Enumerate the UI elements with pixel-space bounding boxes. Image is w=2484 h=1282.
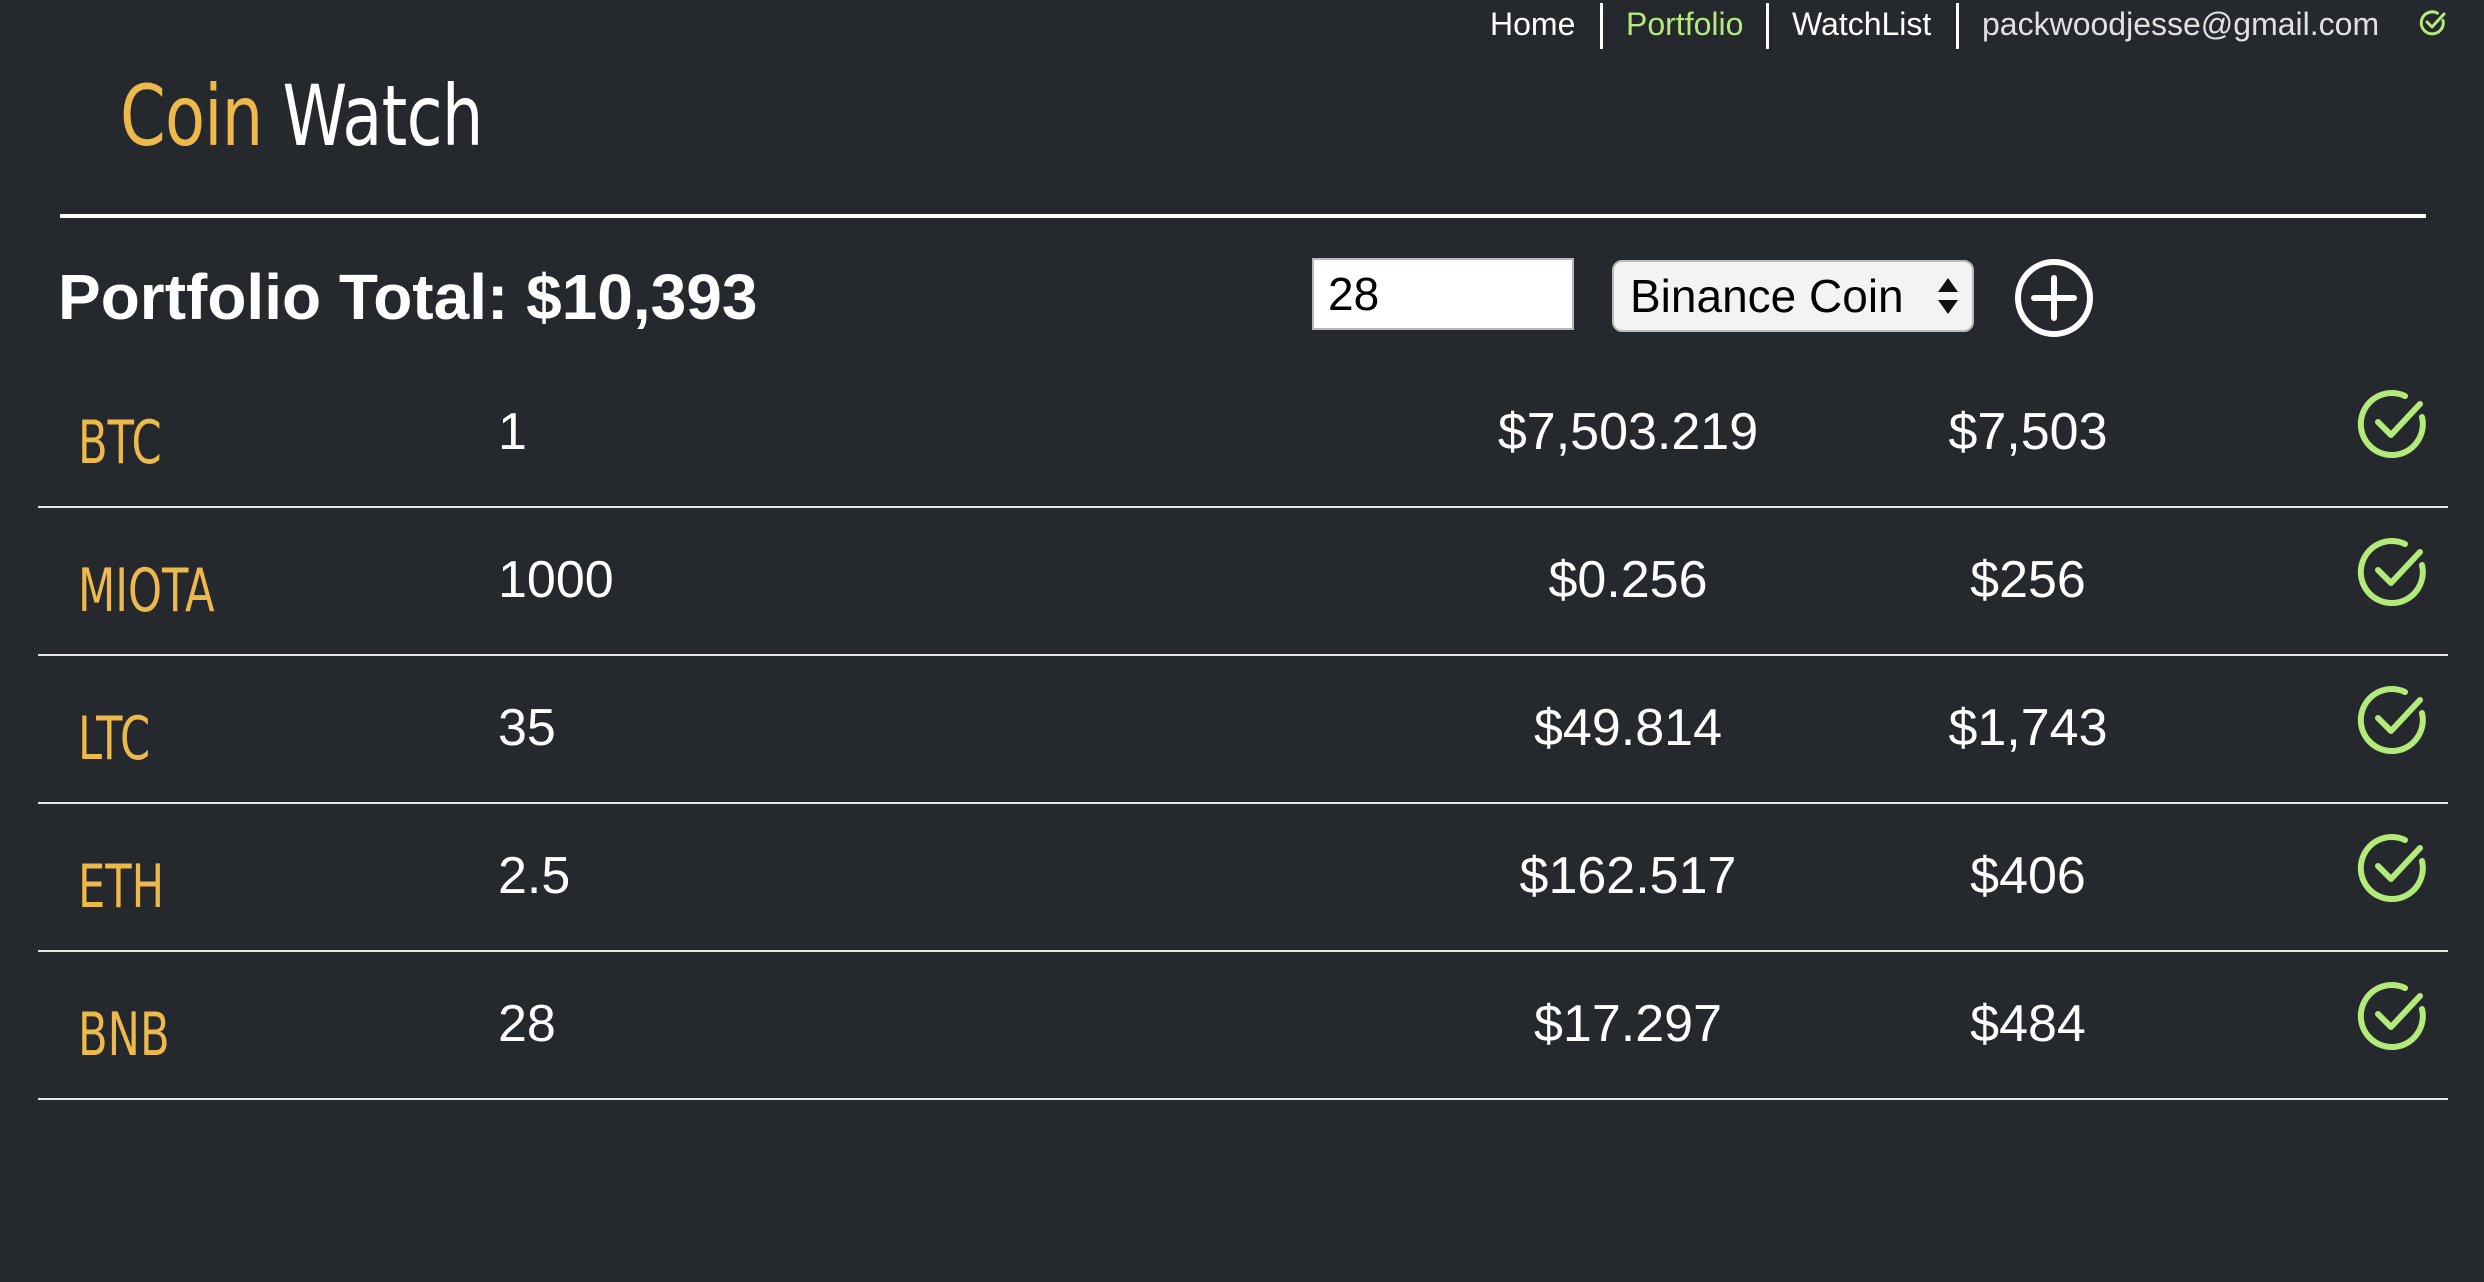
coin-symbol: BTC xyxy=(78,408,162,478)
coin-amount: 35 xyxy=(498,699,556,757)
holding-value: $406 xyxy=(1970,847,2086,905)
coin-select[interactable]: Binance Coin xyxy=(1612,260,1974,332)
coin-symbol: BNB xyxy=(78,1000,170,1070)
coin-symbol: MIOTA xyxy=(78,556,215,626)
holding-row: MIOTA 1000 $0.256 $256 xyxy=(38,508,2448,656)
nav-divider xyxy=(1766,3,1769,49)
check-circle-icon[interactable] xyxy=(2354,534,2430,610)
coin-select-value: Binance Coin xyxy=(1630,270,1904,322)
nav-divider xyxy=(1956,3,1959,49)
top-nav: Home Portfolio WatchList packwoodjesse@g… xyxy=(0,0,2484,50)
check-circle-icon xyxy=(2418,8,2448,38)
holding-row: BNB 28 $17.297 $484 xyxy=(38,952,2448,1100)
coin-amount: 1 xyxy=(498,403,527,461)
holding-value: $7,503 xyxy=(1948,403,2108,461)
holding-value: $256 xyxy=(1970,551,2086,609)
portfolio-total: Portfolio Total: $10,393 xyxy=(58,261,758,333)
check-circle-icon[interactable] xyxy=(2354,386,2430,462)
nav-home-link[interactable]: Home xyxy=(1490,4,1575,44)
nav-divider xyxy=(1600,3,1603,49)
brand-part-watch: Watch xyxy=(282,67,483,165)
holding-value: $1,743 xyxy=(1948,699,2108,757)
nav-portfolio-link[interactable]: Portfolio xyxy=(1626,4,1743,44)
brand-part-coin: Coin xyxy=(120,67,263,165)
check-circle-icon[interactable] xyxy=(2354,978,2430,1054)
select-arrows-icon xyxy=(1934,268,1962,324)
check-circle-icon[interactable] xyxy=(2354,830,2430,906)
coin-amount: 1000 xyxy=(498,551,614,609)
plus-circle-icon xyxy=(2015,259,2093,337)
add-coin-button[interactable] xyxy=(2014,258,2094,338)
holding-row: ETH 2.5 $162.517 $406 xyxy=(38,804,2448,952)
holding-row: LTC 35 $49.814 $1,743 xyxy=(38,656,2448,804)
coin-amount: 2.5 xyxy=(498,847,571,905)
holding-value: $484 xyxy=(1970,995,2086,1053)
holding-row: BTC 1 $7,503.219 $7,503 xyxy=(38,360,2448,508)
header-divider xyxy=(60,214,2426,218)
app-logo[interactable]: Coin Watch xyxy=(120,66,483,166)
coin-amount: 28 xyxy=(498,995,556,1053)
quantity-input[interactable] xyxy=(1312,258,1574,330)
coin-symbol: LTC xyxy=(78,704,151,774)
user-email-link[interactable]: packwoodjesse@gmail.com xyxy=(1982,4,2379,44)
check-circle-icon[interactable] xyxy=(2354,682,2430,758)
coin-symbol: ETH xyxy=(78,852,165,922)
nav-watchlist-link[interactable]: WatchList xyxy=(1792,4,1931,44)
